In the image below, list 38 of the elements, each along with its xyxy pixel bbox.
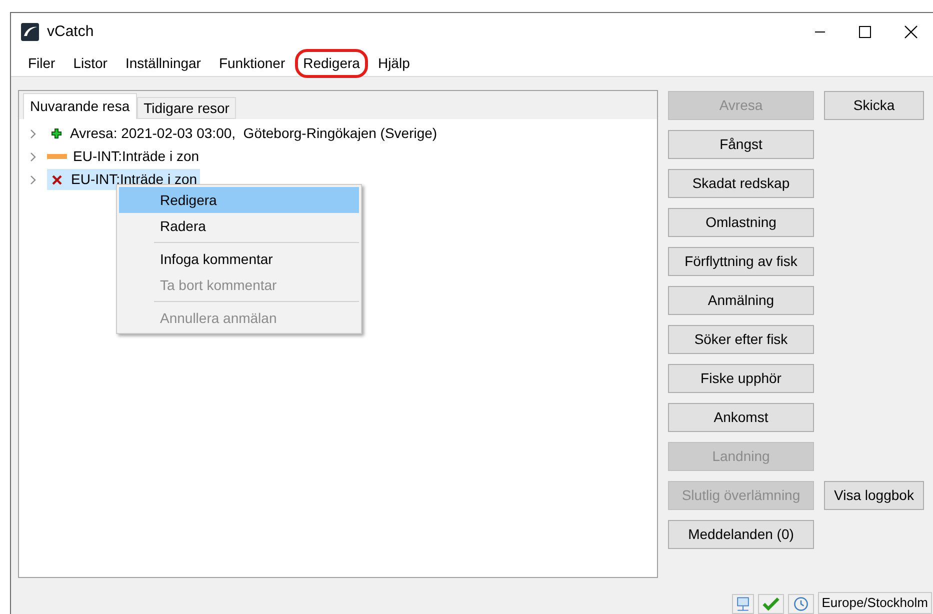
menu-item[interactable]: Hjälp — [370, 50, 418, 77]
action-button[interactable]: Skicka — [824, 91, 924, 120]
expand-chevron-icon[interactable] — [29, 174, 37, 184]
bar-icon — [47, 154, 67, 159]
tab[interactable]: Nuvarande resa — [23, 93, 137, 119]
action-button[interactable]: Meddelanden (0) — [668, 520, 814, 549]
menu-item[interactable]: Inställningar — [117, 50, 209, 77]
action-button[interactable]: Förflyttning av fisk — [668, 247, 814, 276]
menu-item[interactable]: Redigera — [295, 49, 368, 78]
action-button[interactable]: Visa loggbok — [824, 481, 924, 510]
action-button[interactable]: Söker efter fisk — [668, 325, 814, 354]
action-button[interactable]: Skadat redskap — [668, 169, 814, 198]
cross-icon — [52, 174, 62, 184]
window-title: vCatch — [47, 22, 94, 42]
context-menu-item[interactable]: Radera — [119, 213, 359, 239]
action-button[interactable]: Omlastning — [668, 208, 814, 237]
tree-item[interactable]: EU-INT:Inträde i zon — [47, 146, 202, 167]
app-logo-icon — [21, 23, 39, 41]
network-computer-icon — [732, 594, 754, 614]
action-button[interactable]: Ankomst — [668, 403, 814, 432]
menu-item[interactable]: Listor — [65, 50, 116, 77]
expand-chevron-icon[interactable] — [29, 128, 37, 138]
checkmark-icon — [758, 594, 784, 614]
close-icon[interactable] — [904, 25, 918, 39]
action-button[interactable]: Fångst — [668, 130, 814, 159]
expand-chevron-icon[interactable] — [29, 152, 37, 162]
clock-icon — [788, 594, 814, 614]
context-menu-item[interactable]: Redigera — [119, 187, 359, 213]
action-button[interactable]: Fiske upphör — [668, 364, 814, 393]
menu-item[interactable]: Filer — [20, 50, 64, 77]
action-button[interactable]: Anmälning — [668, 286, 814, 315]
menu-item[interactable]: Funktioner — [210, 50, 294, 77]
plus-icon — [51, 128, 62, 139]
maximize-icon[interactable] — [859, 26, 871, 38]
context-menu-item[interactable]: Infoga kommentar — [119, 246, 359, 272]
timezone-field: Europe/Stockholm — [818, 592, 932, 614]
tab[interactable]: Tidigare resor — [136, 97, 236, 119]
tree-item[interactable]: Avresa: 2021-02-03 03:00, Göteborg-Ringökajen (Sverige) — [47, 123, 440, 144]
